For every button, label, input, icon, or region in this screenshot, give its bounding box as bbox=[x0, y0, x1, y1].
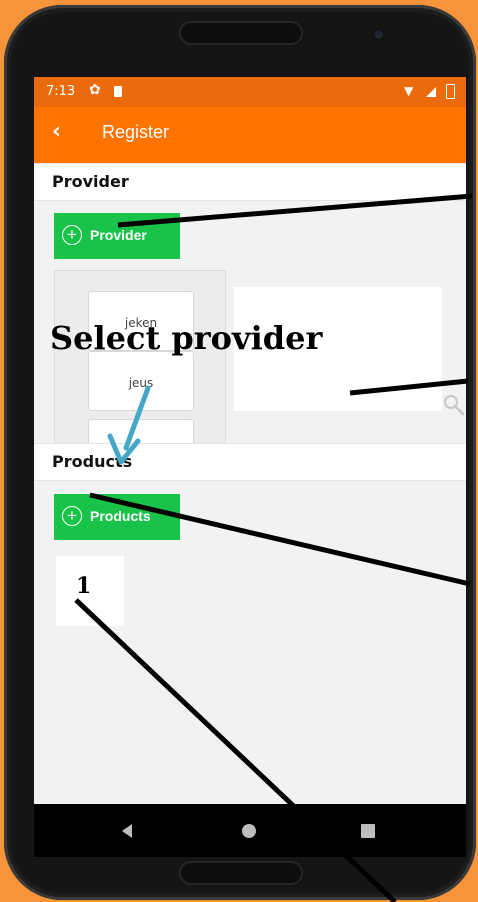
signal-icon bbox=[426, 87, 436, 97]
nav-back-icon[interactable] bbox=[122, 824, 132, 838]
list-item[interactable]: jeus bbox=[88, 351, 194, 411]
plus-circle-icon: + bbox=[62, 506, 82, 526]
provider-name: jeus bbox=[128, 376, 154, 390]
list-item[interactable]: jeken bbox=[88, 291, 194, 351]
page-title: Register bbox=[102, 122, 170, 142]
product-item[interactable] bbox=[56, 556, 124, 626]
products-section-title: Products bbox=[52, 452, 133, 471]
bottom-speaker bbox=[179, 861, 303, 885]
back-arrow-icon[interactable]: ‹ bbox=[52, 119, 61, 144]
wifi-icon: ▼ bbox=[404, 84, 414, 98]
nav-bar bbox=[34, 804, 466, 857]
provider-name: jeken bbox=[124, 316, 158, 330]
add-products-button[interactable]: + Products bbox=[54, 494, 180, 540]
app-screen: 7:13 ✿ ▼ ‹ Register Provider + Provider … bbox=[34, 77, 466, 857]
front-camera bbox=[374, 30, 383, 39]
provider-list[interactable]: jeken jeus bbox=[54, 270, 226, 447]
add-provider-label: Provider bbox=[90, 227, 147, 243]
phone-frame: 7:13 ✿ ▼ ‹ Register Provider + Provider … bbox=[4, 5, 476, 900]
nav-recents-icon[interactable] bbox=[361, 824, 375, 838]
sd-card-icon bbox=[114, 86, 122, 97]
status-bar: 7:13 ✿ ▼ bbox=[34, 77, 466, 107]
add-products-label: Products bbox=[90, 508, 151, 524]
search-icon[interactable] bbox=[441, 392, 466, 418]
status-time: 7:13 bbox=[46, 84, 76, 99]
products-section-header: Products bbox=[34, 443, 466, 481]
add-provider-button[interactable]: + Provider bbox=[54, 213, 180, 259]
provider-detail-panel bbox=[234, 287, 442, 411]
provider-section-title: Provider bbox=[52, 172, 129, 191]
plus-circle-icon: + bbox=[62, 225, 82, 245]
earpiece-speaker bbox=[179, 21, 303, 45]
provider-section-header: Provider bbox=[34, 163, 466, 201]
gear-icon: ✿ bbox=[89, 82, 101, 98]
nav-home-icon[interactable] bbox=[242, 824, 256, 838]
app-bar: ‹ Register bbox=[34, 107, 466, 163]
battery-icon bbox=[446, 84, 455, 99]
